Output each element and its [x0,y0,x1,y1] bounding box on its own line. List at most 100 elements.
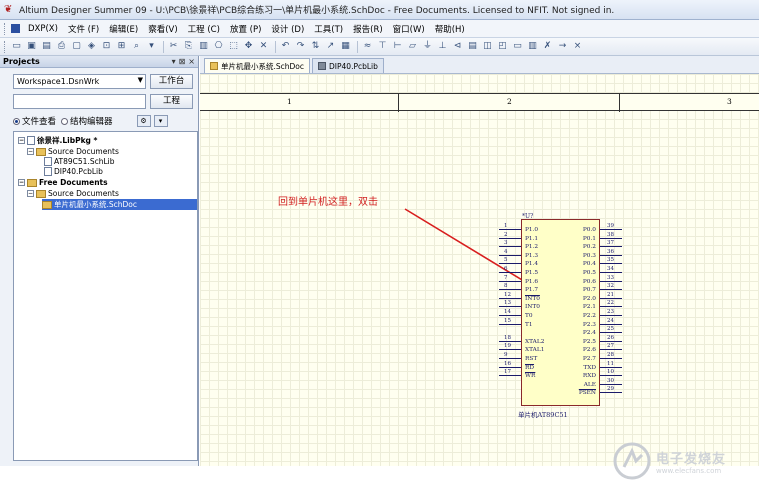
collapse-icon[interactable]: − [27,148,34,155]
cross-probe-icon[interactable]: ⇅ [309,40,322,53]
pin-line [600,340,622,342]
cut-icon[interactable]: ✂ [167,40,180,53]
menu-edit[interactable]: 编辑(E) [104,23,143,35]
menu-help[interactable]: 帮助(H) [430,23,470,35]
radio-structure-editor[interactable] [61,117,69,125]
print-preview-icon[interactable]: ▢ [70,40,83,53]
pin-label: P2.3 [582,321,596,328]
select-area-icon[interactable]: ⬚ [227,40,240,53]
sheet-symbol-icon[interactable]: ▤ [466,40,479,53]
tree-node-free-documents[interactable]: − Free Documents [18,177,108,188]
device-sheet-icon[interactable]: ◰ [496,40,509,53]
component-icon[interactable]: ◈ [85,40,98,53]
browse-icon[interactable]: ↗ [324,40,337,53]
zoom-dropdown-icon[interactable]: ▾ [145,40,158,53]
project-options-icon[interactable]: ⚙ [136,115,151,127]
menu-project[interactable]: 工程 (C) [183,23,225,35]
save-icon[interactable]: ▤ [40,40,53,53]
title-bar: ❦ Altium Designer Summer 09 - U:\PCB\徐景祥… [0,0,759,20]
pcblib-icon [44,167,52,176]
collapse-icon[interactable]: − [18,137,25,144]
panel-close-icon[interactable]: × [188,57,195,66]
elecfans-watermark: 电子发烧友 www.elecfans.com [612,440,752,482]
tree-node-free-source-docs[interactable]: − Source Documents [27,188,119,199]
pin-number: 25 [607,326,614,333]
pin-line [600,366,622,368]
place-part-icon[interactable]: ⊲ [451,40,464,53]
pin-label: P0.2 [582,244,596,251]
tree-node-pcblib[interactable]: DIP40.PcbLib [44,166,103,177]
panel-menu-icon[interactable]: ▾ [172,57,176,66]
collapse-icon[interactable]: − [27,190,34,197]
menu-dxp[interactable]: DXP(X) [23,24,63,34]
harness-icon[interactable]: ▥ [526,40,539,53]
sheet-entry-icon[interactable]: ◫ [481,40,494,53]
menu-place[interactable]: 放置 (P) [225,23,266,35]
zoom-fit-icon[interactable]: ⊡ [100,40,113,53]
menu-grip [4,22,7,35]
directive-icon[interactable]: → [556,40,569,53]
menu-reports[interactable]: 报告(R) [348,23,388,35]
tab-pcblib[interactable]: DIP40.PcbLib [312,58,384,73]
panel-pin-icon[interactable]: ⊠ [179,57,186,66]
schematic-sheet[interactable]: 1 2 3 回到单片机这里，双击 *U? 1 P1.0 2 P1.1 3 P1.2 4 P1.… [200,74,759,466]
pin-line [499,263,521,265]
wire-icon[interactable]: ≈ [361,40,374,53]
gnd-port-icon[interactable]: ⏚ [421,40,434,53]
pin-line [600,246,622,248]
no-erc-icon[interactable]: ✗ [541,40,554,53]
paste-icon[interactable]: ▥ [197,40,210,53]
compile-icon[interactable]: ▦ [339,40,352,53]
cross-icon[interactable]: × [571,40,584,53]
collapse-icon[interactable]: − [18,179,25,186]
pin-number: 15 [504,317,511,324]
rubber-stamp-icon[interactable]: ⎔ [212,40,225,53]
pin-label: ALE [583,381,596,388]
undo-icon[interactable]: ↶ [279,40,292,53]
pin-label: P0.6 [582,278,596,285]
pin-number: 27 [607,343,614,350]
pin-label: P2.6 [582,347,596,354]
vcc-port-icon[interactable]: ⊥ [436,40,449,53]
workspace-select[interactable]: Workspace1.DsnWrk ▼ [13,74,146,89]
bus-icon[interactable]: ⊤ [376,40,389,53]
pin-number: 7 [504,274,508,281]
zoom-icon[interactable]: ⌕ [130,40,143,53]
menu-file[interactable]: 文件 (F) [63,23,104,35]
chevron-down-icon[interactable]: ▼ [138,76,143,84]
redo-icon[interactable]: ↷ [294,40,307,53]
project-button[interactable]: 工程 [150,94,193,109]
tree-node-schdoc[interactable]: 单片机最小系统.SchDoc [42,199,197,210]
pin-number: 34 [607,266,614,272]
bus-entry-icon[interactable]: ⊢ [391,40,404,53]
new-file-icon[interactable]: ▭ [10,40,23,53]
radio-file-view[interactable] [13,117,20,125]
project-menu-icon[interactable]: ▾ [153,115,168,127]
deselect-icon[interactable]: ✕ [257,40,270,53]
pin-line [499,280,521,282]
pin-label: P2.0 [582,295,596,302]
project-field[interactable] [13,94,146,109]
print-icon[interactable]: ⎙ [55,40,68,53]
menu-window[interactable]: 窗口(W) [388,23,430,35]
pin-line [600,323,622,325]
pin-number: 29 [607,386,614,393]
workspace-button[interactable]: 工作台 [150,74,193,89]
menu-design[interactable]: 设计 (D) [266,23,309,35]
tree-node-libpkg[interactable]: − 徐景祥.LibPkg * [18,135,97,146]
folder-icon [36,189,46,198]
pin-line [499,315,521,316]
zoom-area-icon[interactable]: ⊞ [115,40,128,53]
tab-schdoc[interactable]: 单片机最小系统.SchDoc [204,58,311,73]
menu-tools[interactable]: 工具(T) [309,23,348,35]
open-file-icon[interactable]: ▣ [25,40,38,53]
net-label-icon[interactable]: ▱ [406,40,419,53]
move-icon[interactable]: ✥ [242,40,255,53]
port-icon[interactable]: ▭ [511,40,524,53]
menu-view[interactable]: 察看(V) [143,23,182,35]
pin-label: P1.4 [525,261,539,268]
pin-number: 32 [607,283,614,290]
copy-icon[interactable]: ⎘ [182,40,195,53]
pin-number: 21 [607,291,614,298]
pin-line [600,297,622,299]
